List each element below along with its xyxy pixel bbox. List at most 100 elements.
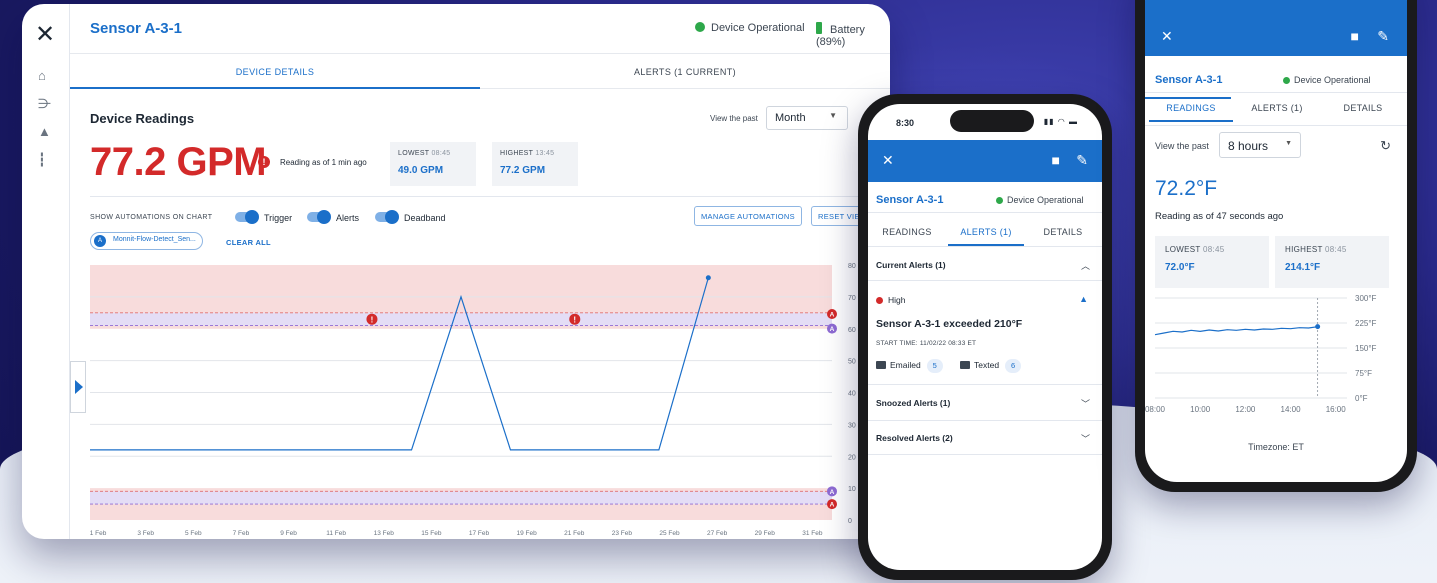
tab-device-details[interactable]: DEVICE DETAILS [70,54,480,89]
alerts-toggle[interactable] [307,210,331,224]
trash-icon[interactable]: ■ [1351,28,1359,44]
network-icon[interactable]: ⋺ [38,96,51,112]
automation-marker-letter: A [830,502,835,509]
alerts-label: Alerts [336,213,360,223]
y-tick-label: 20 [848,454,856,461]
chevron-down-icon[interactable]: ﹀ [1081,397,1090,410]
close-icon[interactable]: ✕ [1161,28,1173,45]
show-automations-label: SHOW AUTOMATIONS ON CHART [90,214,213,221]
manage-automations-button[interactable]: MANAGE AUTOMATIONS [694,206,802,226]
filter-chip[interactable]: A Monnit-Flow-Detect_Sen... [90,232,203,250]
upper-deadband [90,312,832,326]
severity-label: High [876,295,905,305]
header-bar: Sensor A-3-1 Device Operational Battery … [70,4,890,54]
y-tick-label: 40 [848,391,856,398]
y-tick-label: 70 [848,295,856,302]
x-tick-label: 9 Feb [280,530,297,537]
bar-chart-icon[interactable]: ┇ [38,152,46,168]
bell-icon[interactable]: ▲ [38,124,51,139]
x-tick-label: 1 Feb [90,530,107,537]
x-tick-label: 5 Feb [185,530,202,537]
alert-icon: ! [258,156,270,168]
battery-text: Battery (89%) [816,24,865,48]
divider [868,384,1102,385]
tab-alerts[interactable]: ALERTS (1 CURRENT) [480,54,890,89]
current-alerts-heading[interactable]: Current Alerts (1) [876,260,946,270]
battery-icon [816,22,822,34]
chip-label: Monnit-Flow-Detect_Sen... [113,236,196,243]
trigger-label: Trigger [264,213,293,223]
phone-device-status: Device Operational [996,195,1084,205]
chevron-up-icon[interactable]: ︿ [1081,259,1090,272]
trigger-toggle[interactable] [235,210,259,224]
chevron-down-icon[interactable]: ﹀ [1081,432,1090,445]
signal-wifi-battery-icon: ▮▮ ◠ ▬ [1043,117,1078,126]
status-dot-icon [695,22,705,32]
alert-start-time: START TIME: 11/02/22 08:33 ET [876,340,977,347]
close-icon[interactable]: ✕ [882,152,894,169]
alert-marker-glyph: ! [371,316,374,325]
device-readings-panel: Device Readings View the past Month ▼ 77.… [80,100,890,539]
lowest-value: 49.0 GPM [398,165,444,176]
x-tick-label: 13 Feb [374,530,395,537]
divider [868,454,1102,455]
email-icon [876,361,886,369]
clock: 8:30 [896,118,915,128]
phone-device-title: Sensor A-3-1 [876,194,944,206]
automation-marker-letter: A [830,489,835,496]
phone-readings: ✕ ■ ✎ Sensor A-3-1 Device Operational [1135,0,1417,492]
edit-icon[interactable]: ✎ [1076,152,1088,169]
desktop-app-window: ✕ ⌂ ⋺ ▲ ┇ Sensor A-3-1 Device Operationa… [22,4,890,539]
trash-icon[interactable]: ■ [1052,152,1060,168]
lowest-label: LOWEST 08:45 [398,150,451,157]
x-tick-label: 7 Feb [233,530,250,537]
x-tick-label: 17 Feb [469,530,490,537]
lower-deadband [90,491,832,505]
x-tick-label: 15 Feb [421,530,442,537]
readings-chart: ! !AAAA807060504030201001 Feb 3 Feb 5 Feb 7 … [90,263,856,537]
x-tick-label: 23 Feb [612,530,633,537]
home-icon[interactable]: ⌂ [38,68,46,83]
y-tick-label: 0 [848,518,852,525]
phone-alerts-screen: 8:30 ▮▮ ◠ ▬ ✕ ■ ✎ Sensor A-3-1 Device Op… [868,104,1102,570]
resolved-alerts-heading[interactable]: Resolved Alerts (2) [876,433,953,443]
emailed-count: Emailed 5 [876,359,943,373]
device-status: Device Operational [695,22,805,34]
bell-off-icon[interactable]: ▲ [1079,294,1088,304]
edit-icon[interactable]: ✎ [1377,28,1389,45]
phone-readings-screen: ✕ ■ ✎ Sensor A-3-1 Device Operational [1145,0,1407,482]
alert-marker-glyph: ! [573,316,576,325]
status-bar: 8:30 ▮▮ ◠ ▬ [868,104,1102,140]
tab-readings[interactable]: READINGS [868,218,946,246]
message-icon [960,361,970,369]
lowest-reading-card: LOWEST 08:45 49.0 GPM [390,142,476,186]
divider [868,246,1102,247]
divider [868,212,1102,213]
phone-action-bar: ✕ ■ ✎ [868,140,1102,182]
phone-device-title: Sensor A-3-1 [1155,74,1223,86]
tab-alerts[interactable]: ALERTS (1) [948,218,1024,246]
dynamic-island [950,110,1034,132]
x-tick-label: 3 Feb [137,530,154,537]
x-tick-label: 11 Feb [326,530,346,537]
highest-reading-card: HIGHEST 13:45 77.2 GPM [492,142,578,186]
view-past-value: Month [775,112,806,124]
battery-status: Battery (89%) [816,22,890,48]
deadband-toggle[interactable] [375,210,399,224]
last-point [705,275,711,281]
y-tick-label: 10 [848,486,856,493]
phone-device-status: Device Operational [1283,75,1371,85]
current-reading-value: 77.2 GPM [90,140,267,184]
view-past-select[interactable]: Month ▼ [766,106,848,130]
tab-details[interactable]: DETAILS [1024,218,1102,246]
clear-all-link[interactable]: CLEAR ALL [226,238,271,247]
tab-bar: DEVICE DETAILS ALERTS (1 CURRENT) [70,54,890,89]
y-tick-label: 80 [848,263,856,270]
divider [868,280,1102,281]
app-logo-icon[interactable]: ✕ [35,20,55,49]
automation-marker-letter: A [830,326,835,333]
snoozed-alerts-heading[interactable]: Snoozed Alerts (1) [876,398,950,408]
texted-count: Texted 6 [960,359,1022,373]
x-tick-label: 21 Feb [564,530,585,537]
highest-value: 77.2 GPM [500,165,546,176]
